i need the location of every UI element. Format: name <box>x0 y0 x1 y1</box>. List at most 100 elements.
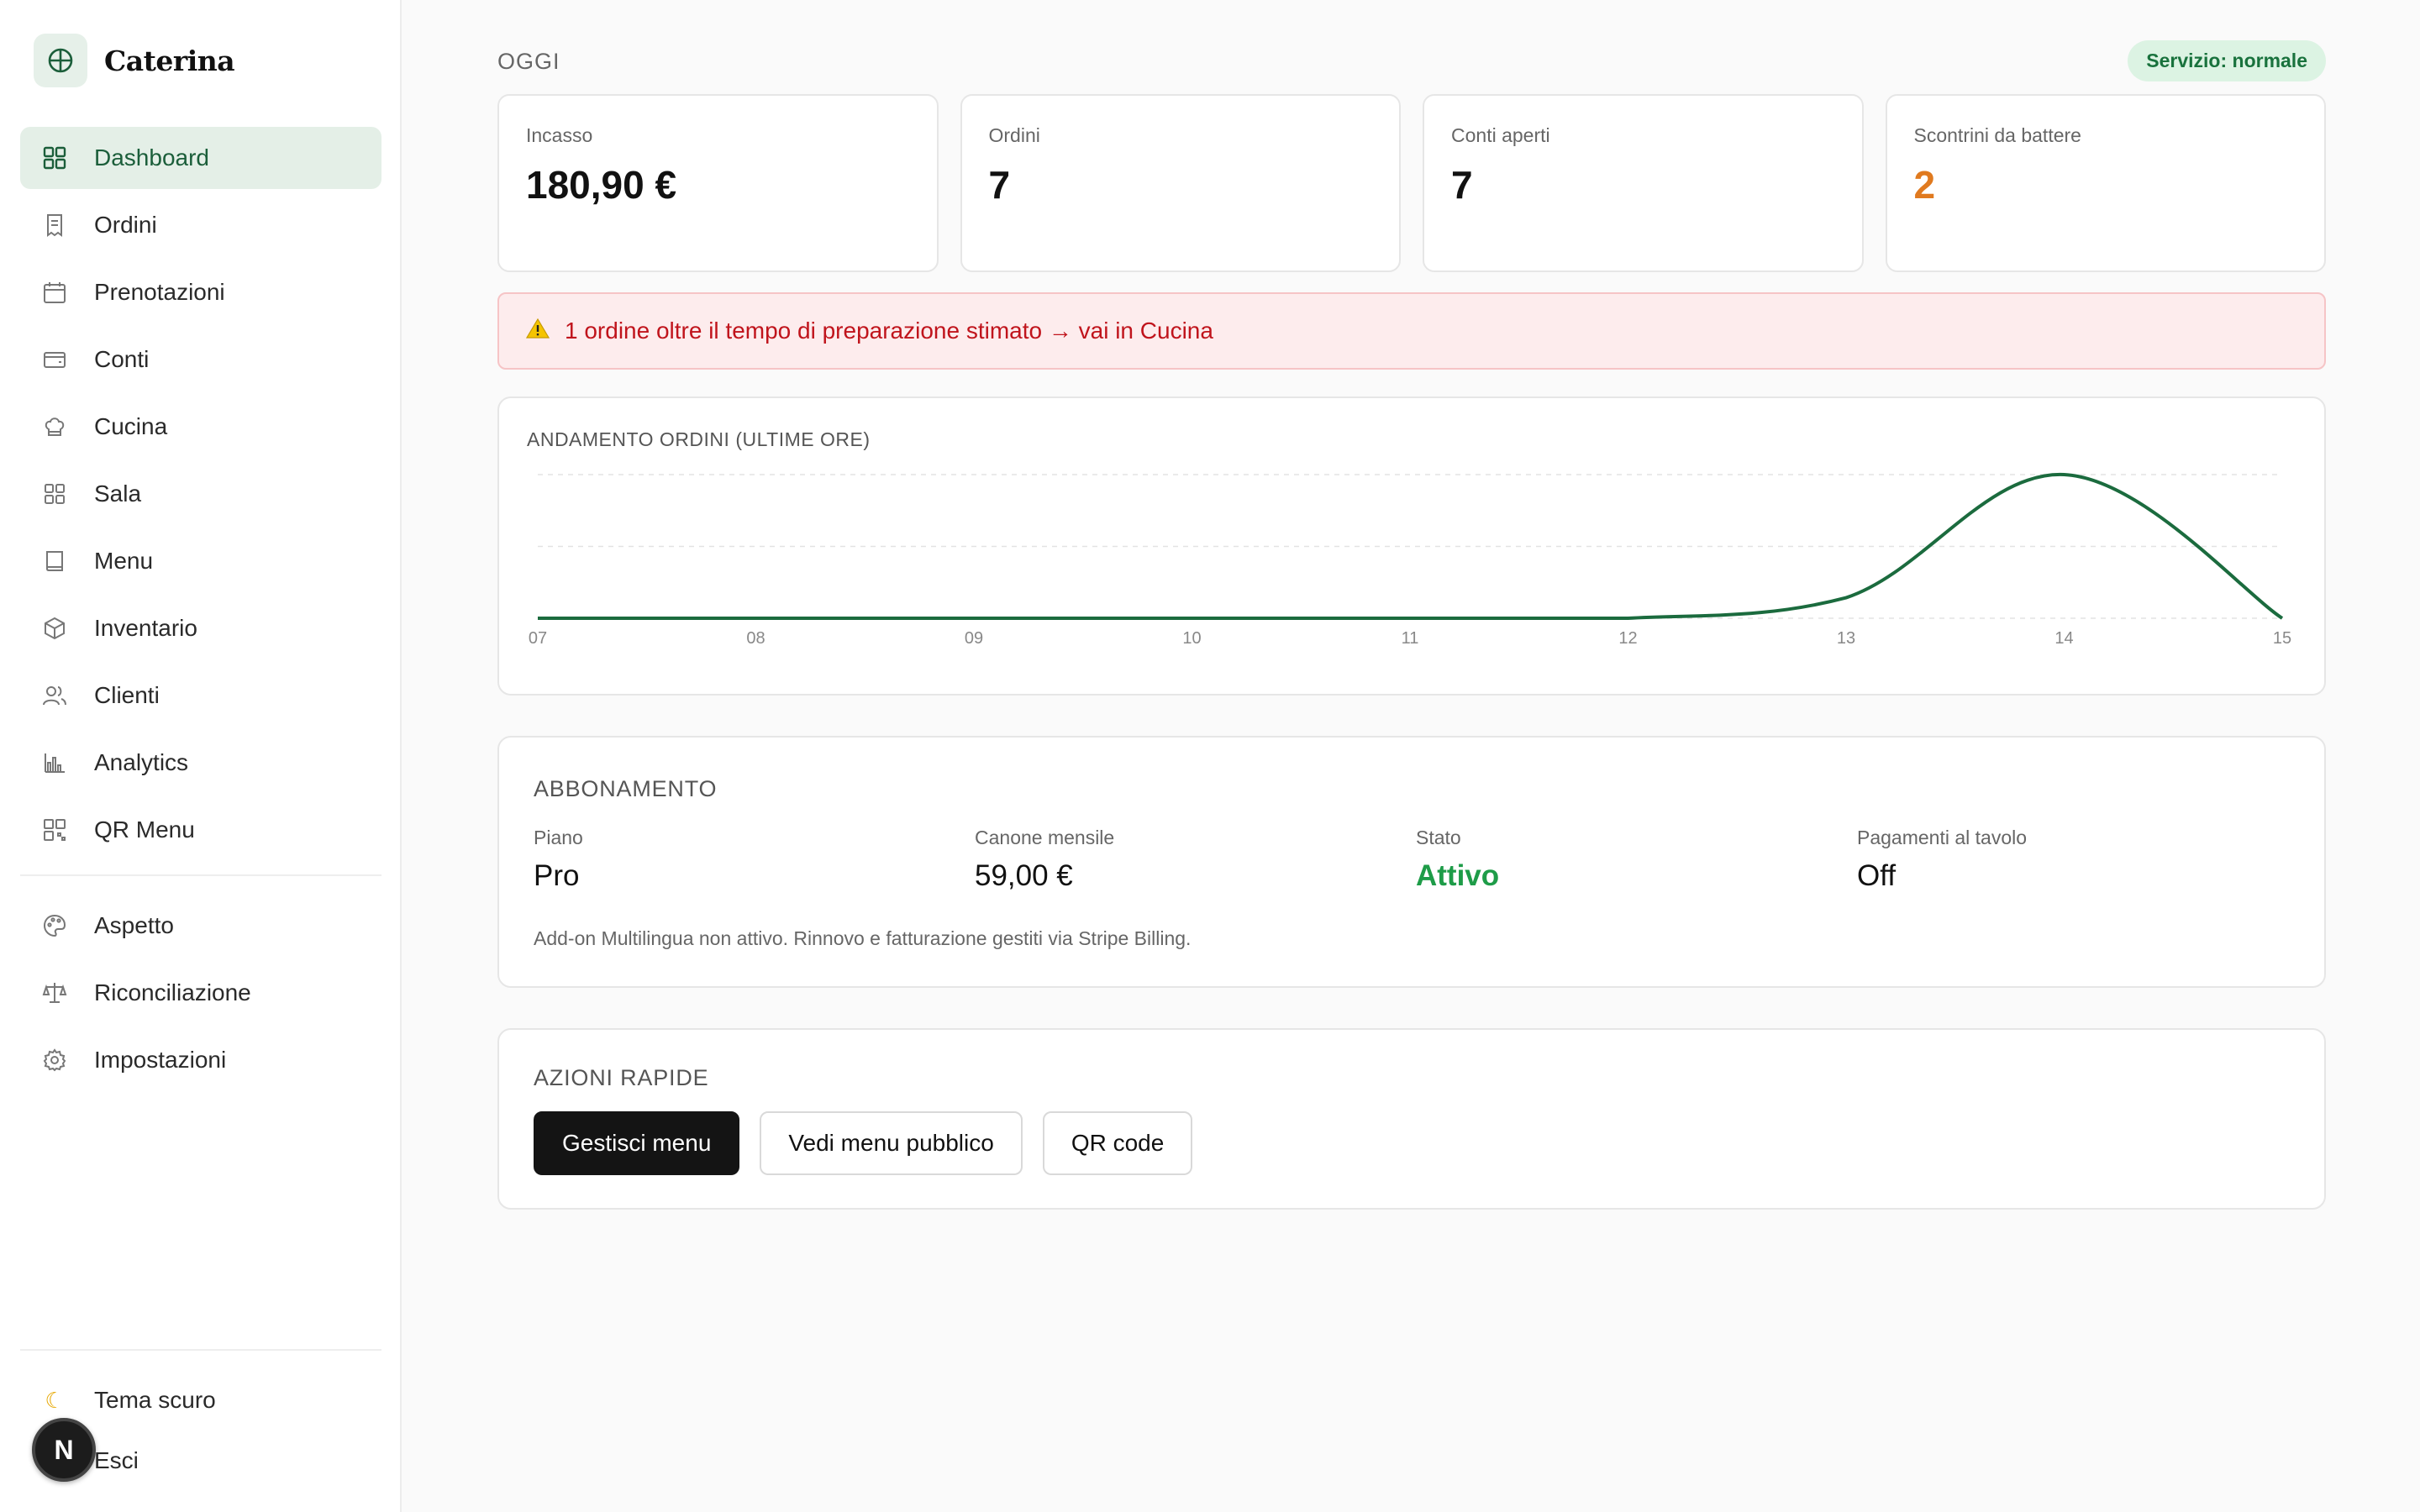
user-avatar[interactable]: N <box>32 1418 96 1482</box>
sidebar-item-label: Clienti <box>94 682 160 708</box>
alert-text: 1 ordine oltre il tempo di preparazione … <box>565 318 1213 344</box>
sidebar-item-label: Riconciliazione <box>94 979 251 1005</box>
kpi-label: Scontrini da battere <box>1913 124 2081 146</box>
manage-menu-button[interactable]: Gestisci menu <box>534 1111 740 1175</box>
scale-icon <box>40 979 69 1007</box>
field-value: Off <box>1857 859 1897 892</box>
sidebar-item-menu[interactable]: Menu <box>20 530 381 592</box>
view-public-menu-button[interactable]: Vedi menu pubblico <box>760 1111 1023 1175</box>
orders-trend-chart: 07 08 09 10 11 12 13 14 15 <box>529 472 2291 648</box>
kpi-value: 2 <box>1913 163 1936 207</box>
calendar-icon <box>40 278 69 307</box>
sidebar-item-conti[interactable]: Conti <box>20 328 381 391</box>
chart-x-tick-label: 10 <box>1182 629 1201 648</box>
moon-icon: ☾ <box>45 1387 65 1413</box>
sidebar-item-analytics[interactable]: Analytics <box>20 732 381 794</box>
late-order-alert[interactable]: 1 ordine oltre il tempo di preparazione … <box>497 292 2326 370</box>
sidebar-item-label: Aspetto <box>94 912 174 938</box>
field-label: Stato <box>1416 827 1461 848</box>
receipt-icon <box>40 211 69 239</box>
kpi-card-ordini: Ordini 7 <box>960 94 1401 272</box>
sidebar-item-prenotazioni[interactable]: Prenotazioni <box>20 261 381 323</box>
sidebar-item-label: Cucina <box>94 413 168 439</box>
sidebar-item-cucina[interactable]: Cucina <box>20 396 381 458</box>
sidebar-item-qr-menu[interactable]: QR Menu <box>20 799 381 861</box>
box-icon <box>40 614 69 643</box>
chart-x-tick-label: 14 <box>2054 629 2073 648</box>
kpi-card-conti-aperti: Conti aperti 7 <box>1423 94 1864 272</box>
sidebar-item-label: Dashboard <box>94 144 209 171</box>
sidebar-item-label: Menu <box>94 548 154 574</box>
brand[interactable]: Caterina <box>34 34 235 87</box>
subscription-field-status: Stato Attivo <box>1416 827 1857 893</box>
subscription-note: Add-on Multilingua non attivo. Rinnovo e… <box>534 927 1192 949</box>
sidebar-item-impostazioni[interactable]: Impostazioni <box>20 1029 381 1091</box>
field-value: 59,00 € <box>975 859 1073 892</box>
kpi-label: Ordini <box>988 124 1040 146</box>
grid-icon <box>40 144 69 172</box>
chart-x-tick-label: 11 <box>1402 629 1419 648</box>
sidebar-item-label: Analytics <box>94 749 189 775</box>
kpi-label: Incasso <box>526 124 593 146</box>
sidebar-item-aspetto[interactable]: Aspetto <box>20 895 381 957</box>
subscription-fields: Piano Pro Canone mensile 59,00 € Stato A… <box>534 827 2298 893</box>
chart-x-tick-label: 07 <box>529 629 547 648</box>
book-icon <box>40 547 69 575</box>
brand-logo-icon <box>34 34 87 87</box>
sidebar-item-label: QR Menu <box>94 816 195 843</box>
palette-icon <box>40 911 69 940</box>
sidebar-item-label: Sala <box>94 480 142 507</box>
kpi-value: 7 <box>988 163 1011 207</box>
sidebar-divider <box>20 874 381 876</box>
chart-x-tick-label: 09 <box>965 629 983 648</box>
kpi-card-scontrini: Scontrini da battere 2 <box>1885 94 2326 272</box>
kpi-value: 7 <box>1451 163 1473 207</box>
chart-x-tick-label: 15 <box>2273 629 2291 648</box>
subscription-field-fee: Canone mensile 59,00 € <box>975 827 1416 893</box>
sidebar-item-label: Tema scuro <box>94 1387 216 1413</box>
sidebar: Caterina Dashboard Ordini Prenotazioni C… <box>0 0 402 1512</box>
sidebar-item-label: Prenotazioni <box>94 279 225 305</box>
field-label: Canone mensile <box>975 827 1115 848</box>
section-title-today: OGGI <box>497 49 560 74</box>
brand-name: Caterina <box>104 44 235 77</box>
chart-x-tick-label: 12 <box>1618 629 1637 648</box>
sidebar-item-inventario[interactable]: Inventario <box>20 597 381 659</box>
subscription-field-plan: Piano Pro <box>534 827 975 893</box>
sidebar-item-ordini[interactable]: Ordini <box>20 194 381 256</box>
kpi-value: 180,90 € <box>526 163 677 207</box>
gear-icon <box>40 1046 69 1074</box>
qr-icon <box>40 816 69 844</box>
kpi-row: Incasso 180,90 € Ordini 7 Conti aperti 7… <box>497 94 2326 272</box>
sidebar-item-sala[interactable]: Sala <box>20 463 381 525</box>
orders-trend-card: ANDAMENTO ORDINI (ULTIME ORE) 07 08 09 10 11… <box>497 396 2326 696</box>
field-value: Attivo <box>1416 859 1500 892</box>
subscription-card: ABBONAMENTO Piano Pro Canone mensile 59,… <box>497 736 2326 988</box>
sidebar-item-label: Conti <box>94 346 150 372</box>
quick-actions: Gestisci menu Vedi menu pubblico QR code <box>534 1111 1193 1175</box>
main-nav: Dashboard Ordini Prenotazioni Conti Cuci… <box>20 127 381 1096</box>
kpi-label: Conti aperti <box>1451 124 1550 146</box>
sidebar-item-riconciliazione[interactable]: Riconciliazione <box>20 962 381 1024</box>
sidebar-item-label: Impostazioni <box>94 1047 227 1073</box>
sidebar-divider <box>20 1349 381 1351</box>
service-status-badge: Servizio: normale <box>2128 40 2326 81</box>
warning-icon <box>525 318 550 345</box>
sidebar-item-dashboard[interactable]: Dashboard <box>20 127 381 189</box>
wallet-icon <box>40 345 69 374</box>
field-label: Piano <box>534 827 583 848</box>
sidebar-item-label: Inventario <box>94 615 197 641</box>
layout-icon <box>40 480 69 508</box>
users-icon <box>40 681 69 710</box>
subscription-heading: ABBONAMENTO <box>534 776 718 801</box>
quick-actions-card: AZIONI RAPIDE Gestisci menu Vedi menu pu… <box>497 1028 2326 1210</box>
field-value: Pro <box>534 859 580 892</box>
sidebar-item-clienti[interactable]: Clienti <box>20 664 381 727</box>
field-label: Pagamenti al tavolo <box>1857 827 2028 848</box>
quick-actions-heading: AZIONI RAPIDE <box>534 1065 709 1090</box>
chef-hat-icon <box>40 412 69 441</box>
qr-code-button[interactable]: QR code <box>1042 1111 1193 1175</box>
chart-x-tick-label: 08 <box>746 629 765 648</box>
bar-chart-icon <box>40 748 69 777</box>
subscription-field-table-payments: Pagamenti al tavolo Off <box>1857 827 2298 893</box>
